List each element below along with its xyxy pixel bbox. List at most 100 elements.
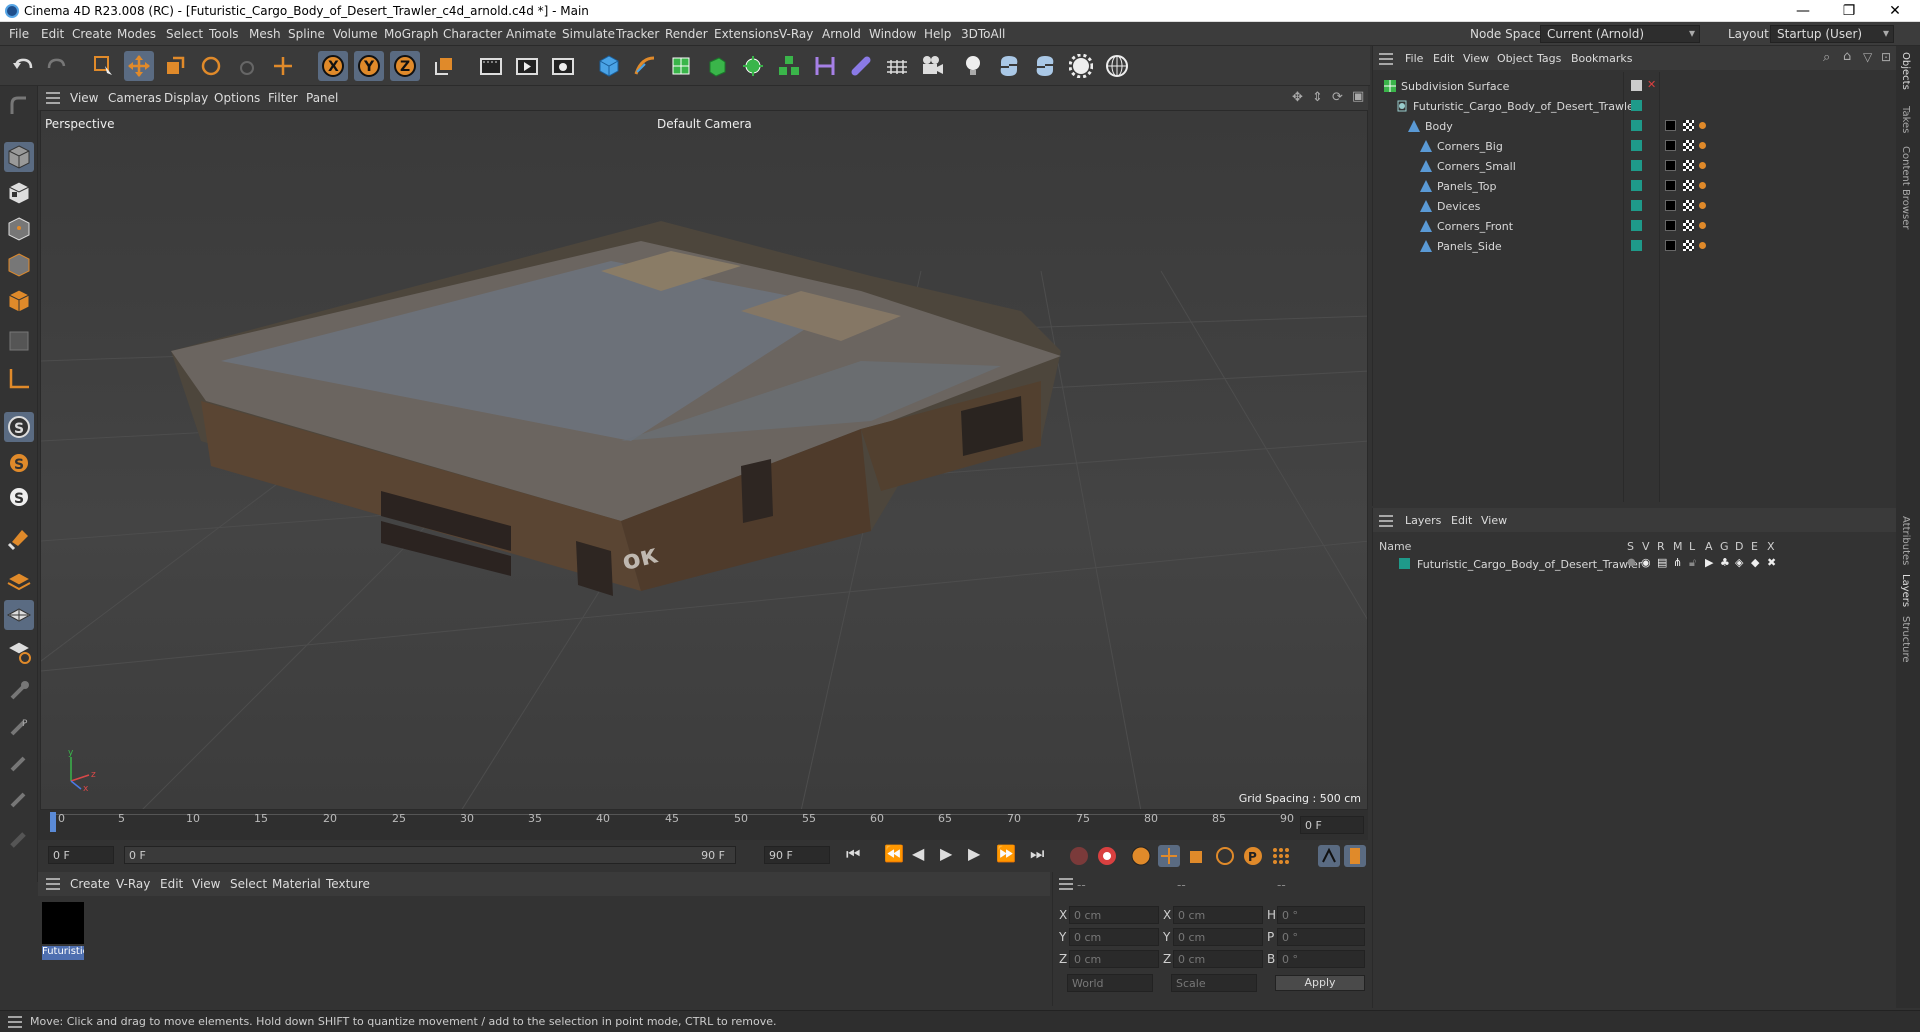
- texture-mode-icon[interactable]: [4, 178, 34, 208]
- subdivision-icon[interactable]: [666, 51, 696, 81]
- size-x-field[interactable]: 0 cm: [1173, 906, 1263, 924]
- object-menu-edit[interactable]: Edit: [1433, 52, 1454, 65]
- position-z-field[interactable]: 0 cm: [1069, 950, 1159, 968]
- object-menu-view[interactable]: View: [1463, 52, 1489, 65]
- live-select-icon[interactable]: [88, 51, 118, 81]
- material-menu-vray[interactable]: V-Ray: [116, 877, 150, 891]
- viewport-menu-view[interactable]: View: [70, 91, 98, 105]
- make-editable-icon[interactable]: [4, 92, 34, 122]
- search-icon[interactable]: ⌕: [1823, 50, 1830, 65]
- magnet-icon[interactable]: [4, 522, 34, 552]
- expand-icon[interactable]: ⊡: [1881, 50, 1891, 64]
- rotation-h-field[interactable]: 0 °: [1277, 906, 1365, 924]
- recent-tools-icon[interactable]: [232, 51, 262, 81]
- layer-menu-layers[interactable]: Layers: [1405, 514, 1441, 527]
- object-menu-tags[interactable]: Tags: [1537, 52, 1561, 65]
- menu-create[interactable]: Create: [72, 27, 112, 41]
- animation-play-icon[interactable]: ▶: [1705, 556, 1713, 569]
- texture-tag-icon[interactable]: [1683, 180, 1694, 191]
- layer-color-tag[interactable]: [1631, 220, 1642, 231]
- lock-icon[interactable]: 🔓︎: [1689, 556, 1696, 570]
- current-frame-field[interactable]: 0 F: [1300, 816, 1364, 834]
- next-key-icon[interactable]: ⏩: [996, 844, 1016, 863]
- playhead-marker[interactable]: [50, 812, 56, 832]
- menu-edit[interactable]: Edit: [41, 27, 64, 41]
- frame-range-slider[interactable]: 0 F 90 F: [124, 846, 736, 864]
- timeline-ruler[interactable]: 0 5 10 15 20 25 30 35 40 45 50 55 60 65 …: [38, 810, 1368, 840]
- node-space-dropdown[interactable]: Current (Arnold): [1540, 25, 1700, 43]
- menu-3dtoall[interactable]: 3DToAll: [961, 27, 1005, 41]
- redo-icon[interactable]: [42, 51, 72, 81]
- material-menu-texture[interactable]: Texture: [326, 877, 370, 891]
- menu-select[interactable]: Select: [166, 27, 203, 41]
- texture-tag-icon[interactable]: [1683, 160, 1694, 171]
- home-icon[interactable]: ⌂: [1843, 49, 1851, 64]
- cube-icon[interactable]: [594, 51, 624, 81]
- layer-color-tag[interactable]: [1631, 200, 1642, 211]
- expression-icon[interactable]: ◆: [1751, 556, 1759, 569]
- coordinate-system-icon[interactable]: [430, 51, 460, 81]
- hamburger-icon[interactable]: [46, 878, 60, 890]
- rotate-icon[interactable]: [196, 51, 226, 81]
- phong-tag-icon[interactable]: [1699, 122, 1706, 129]
- pen-icon[interactable]: [630, 51, 660, 81]
- viewport-pan-icon[interactable]: ✥: [1292, 90, 1303, 105]
- position-x-field[interactable]: 0 cm: [1069, 906, 1159, 924]
- timeline-window-icon[interactable]: [1344, 845, 1366, 867]
- material-tag-icon[interactable]: [1665, 120, 1676, 131]
- cloner-icon[interactable]: [738, 51, 768, 81]
- polygon-mode-icon[interactable]: [4, 286, 34, 316]
- menu-character[interactable]: Character: [443, 27, 502, 41]
- motion-system-icon[interactable]: [1318, 845, 1340, 867]
- key-rotation-icon[interactable]: [1214, 845, 1236, 867]
- object-row[interactable]: Panels_Side: [1373, 236, 1897, 256]
- object-row[interactable]: Corners_Front: [1373, 216, 1897, 236]
- object-row[interactable]: Corners_Small: [1373, 156, 1897, 176]
- planar-workplane-icon[interactable]: [4, 600, 34, 630]
- menu-modes[interactable]: Modes: [117, 27, 156, 41]
- next-frame-icon[interactable]: ▶: [968, 844, 980, 863]
- hamburger-icon[interactable]: [1059, 878, 1073, 890]
- viewport-menu-display[interactable]: Display: [164, 91, 208, 105]
- object-menu-bookmarks[interactable]: Bookmarks: [1571, 52, 1632, 65]
- material-tag-icon[interactable]: [1665, 140, 1676, 151]
- knife-tool-icon[interactable]: [4, 824, 34, 854]
- field-icon[interactable]: [846, 51, 876, 81]
- size-z-field[interactable]: 0 cm: [1173, 950, 1263, 968]
- key-scale-icon[interactable]: [1186, 845, 1208, 867]
- layer-menu-view[interactable]: View: [1481, 514, 1507, 527]
- manager-icon[interactable]: ⋔: [1673, 556, 1682, 569]
- brush-tool-icon[interactable]: P: [4, 712, 34, 742]
- texture-tag-icon[interactable]: [1683, 240, 1694, 251]
- material-swatch[interactable]: [42, 902, 84, 944]
- close-button[interactable]: ✕: [1872, 0, 1918, 22]
- extrude-icon[interactable]: [702, 51, 732, 81]
- viewport-menu-panel[interactable]: Panel: [306, 91, 338, 105]
- phong-tag-icon[interactable]: [1699, 162, 1706, 169]
- material-name-label[interactable]: Futuristic: [42, 946, 84, 960]
- tab-content-browser[interactable]: Content Browser: [1900, 146, 1911, 229]
- tab-attributes[interactable]: Attributes: [1900, 516, 1911, 565]
- y-axis-icon[interactable]: Y: [354, 51, 384, 81]
- layer-color-tag[interactable]: [1631, 160, 1642, 171]
- phong-tag-icon[interactable]: [1699, 242, 1706, 249]
- menu-mesh[interactable]: Mesh: [249, 27, 281, 41]
- camera-icon[interactable]: [918, 51, 948, 81]
- paint-tool-icon[interactable]: [4, 676, 34, 706]
- position-y-field[interactable]: 0 cm: [1069, 928, 1159, 946]
- material-tag-icon[interactable]: [1665, 160, 1676, 171]
- layer-menu-edit[interactable]: Edit: [1451, 514, 1472, 527]
- go-to-start-icon[interactable]: ⏮: [846, 844, 860, 864]
- material-menu-edit[interactable]: Edit: [160, 877, 183, 891]
- menu-spline[interactable]: Spline: [288, 27, 325, 41]
- locked-workplane-icon[interactable]: [4, 636, 34, 666]
- material-menu-select[interactable]: Select: [230, 877, 267, 891]
- object-row[interactable]: Panels_Top: [1373, 176, 1897, 196]
- key-pla-icon[interactable]: [1270, 845, 1292, 867]
- menu-tools[interactable]: Tools: [209, 27, 239, 41]
- generator-icon[interactable]: ♣: [1720, 556, 1730, 569]
- move-icon[interactable]: [124, 51, 154, 81]
- soft-selection-icon[interactable]: S: [4, 482, 34, 512]
- keyframe-selection-icon[interactable]: [1130, 845, 1152, 867]
- eye-icon[interactable]: ◉: [1641, 556, 1651, 569]
